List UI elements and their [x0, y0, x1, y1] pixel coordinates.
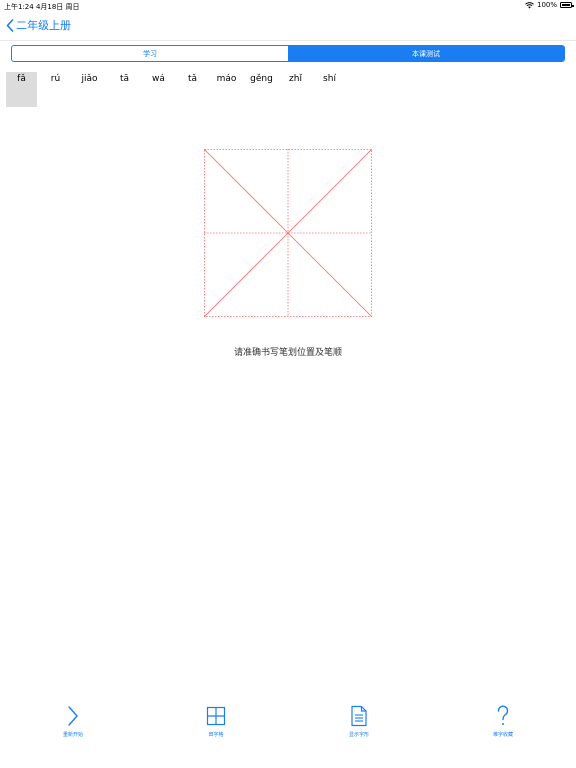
- pinyin-item-geng[interactable]: gěng: [246, 72, 277, 107]
- pinyin-item-ta3[interactable]: tǎ: [177, 72, 208, 107]
- question-mark-icon: [497, 705, 509, 725]
- segment-study-label: 学习: [143, 49, 157, 58]
- pinyin-text: shí: [323, 74, 336, 84]
- pinyin-item-mao[interactable]: máo: [211, 72, 242, 107]
- chevron-left-icon: [6, 18, 14, 32]
- pinyin-text: wá: [152, 74, 165, 84]
- pinyin-text: jiǎo: [81, 74, 98, 84]
- back-button[interactable]: 二年级上册: [6, 17, 71, 33]
- show-character-label: 显示字形: [348, 732, 369, 738]
- pinyin-text: máo: [216, 74, 237, 84]
- pinyin-text: gěng: [250, 74, 273, 84]
- navigation-bar: 二年级上册: [0, 12, 576, 41]
- pinyin-text: rú: [50, 74, 61, 84]
- pinyin-item-shi[interactable]: shí: [314, 72, 345, 107]
- show-character-button[interactable]: 显示字形: [319, 705, 399, 738]
- status-right: 100%: [525, 1, 574, 9]
- back-label: 二年级上册: [16, 19, 71, 32]
- grid-button[interactable]: 田字格: [176, 705, 256, 738]
- writing-grid[interactable]: [204, 149, 372, 317]
- status-time-date: 上午1:24 4月18日 周日: [4, 3, 80, 11]
- bottom-toolbar: 重新开始 田字格 显示字形 难字收藏: [0, 705, 576, 755]
- pinyin-text: tā: [119, 74, 130, 84]
- document-icon: [351, 705, 367, 727]
- grid-icon: [206, 706, 226, 726]
- instruction-text: 请准确书写笔划位置及笔顺: [233, 348, 342, 358]
- restart-button[interactable]: 重新开始: [33, 705, 113, 738]
- restart-label: 重新开始: [62, 732, 83, 738]
- difficult-characters-button[interactable]: 难字收藏: [463, 705, 543, 738]
- battery-percent: 100%: [536, 1, 557, 9]
- pinyin-text: tǎ: [187, 74, 198, 84]
- segment-lesson-test-label: 本课测试: [412, 49, 440, 58]
- segment-study[interactable]: 学习: [12, 46, 288, 61]
- pinyin-item-wa[interactable]: wá: [143, 72, 174, 107]
- pinyin-item-zhi[interactable]: zhǐ: [280, 72, 311, 107]
- segment-lesson-test[interactable]: 本课测试: [288, 46, 564, 61]
- segmented-control: 学习 本课测试: [11, 45, 565, 62]
- chevron-right-icon: [68, 706, 78, 726]
- pinyin-item-jiao[interactable]: jiǎo: [74, 72, 105, 107]
- difficult-characters-label: 难字收藏: [492, 732, 513, 738]
- wifi-icon: [525, 1, 534, 8]
- battery-icon: [560, 2, 574, 8]
- pinyin-item-ru[interactable]: rú: [40, 72, 71, 107]
- grid-label: 田字格: [208, 732, 224, 738]
- pinyin-text: fǎ: [17, 74, 26, 84]
- pinyin-item-ta[interactable]: tā: [109, 72, 140, 107]
- pinyin-item-fa[interactable]: fǎ: [6, 72, 37, 107]
- status-bar: 上午1:24 4月18日 周日 100%: [0, 0, 576, 12]
- pinyin-text: zhǐ: [289, 74, 302, 84]
